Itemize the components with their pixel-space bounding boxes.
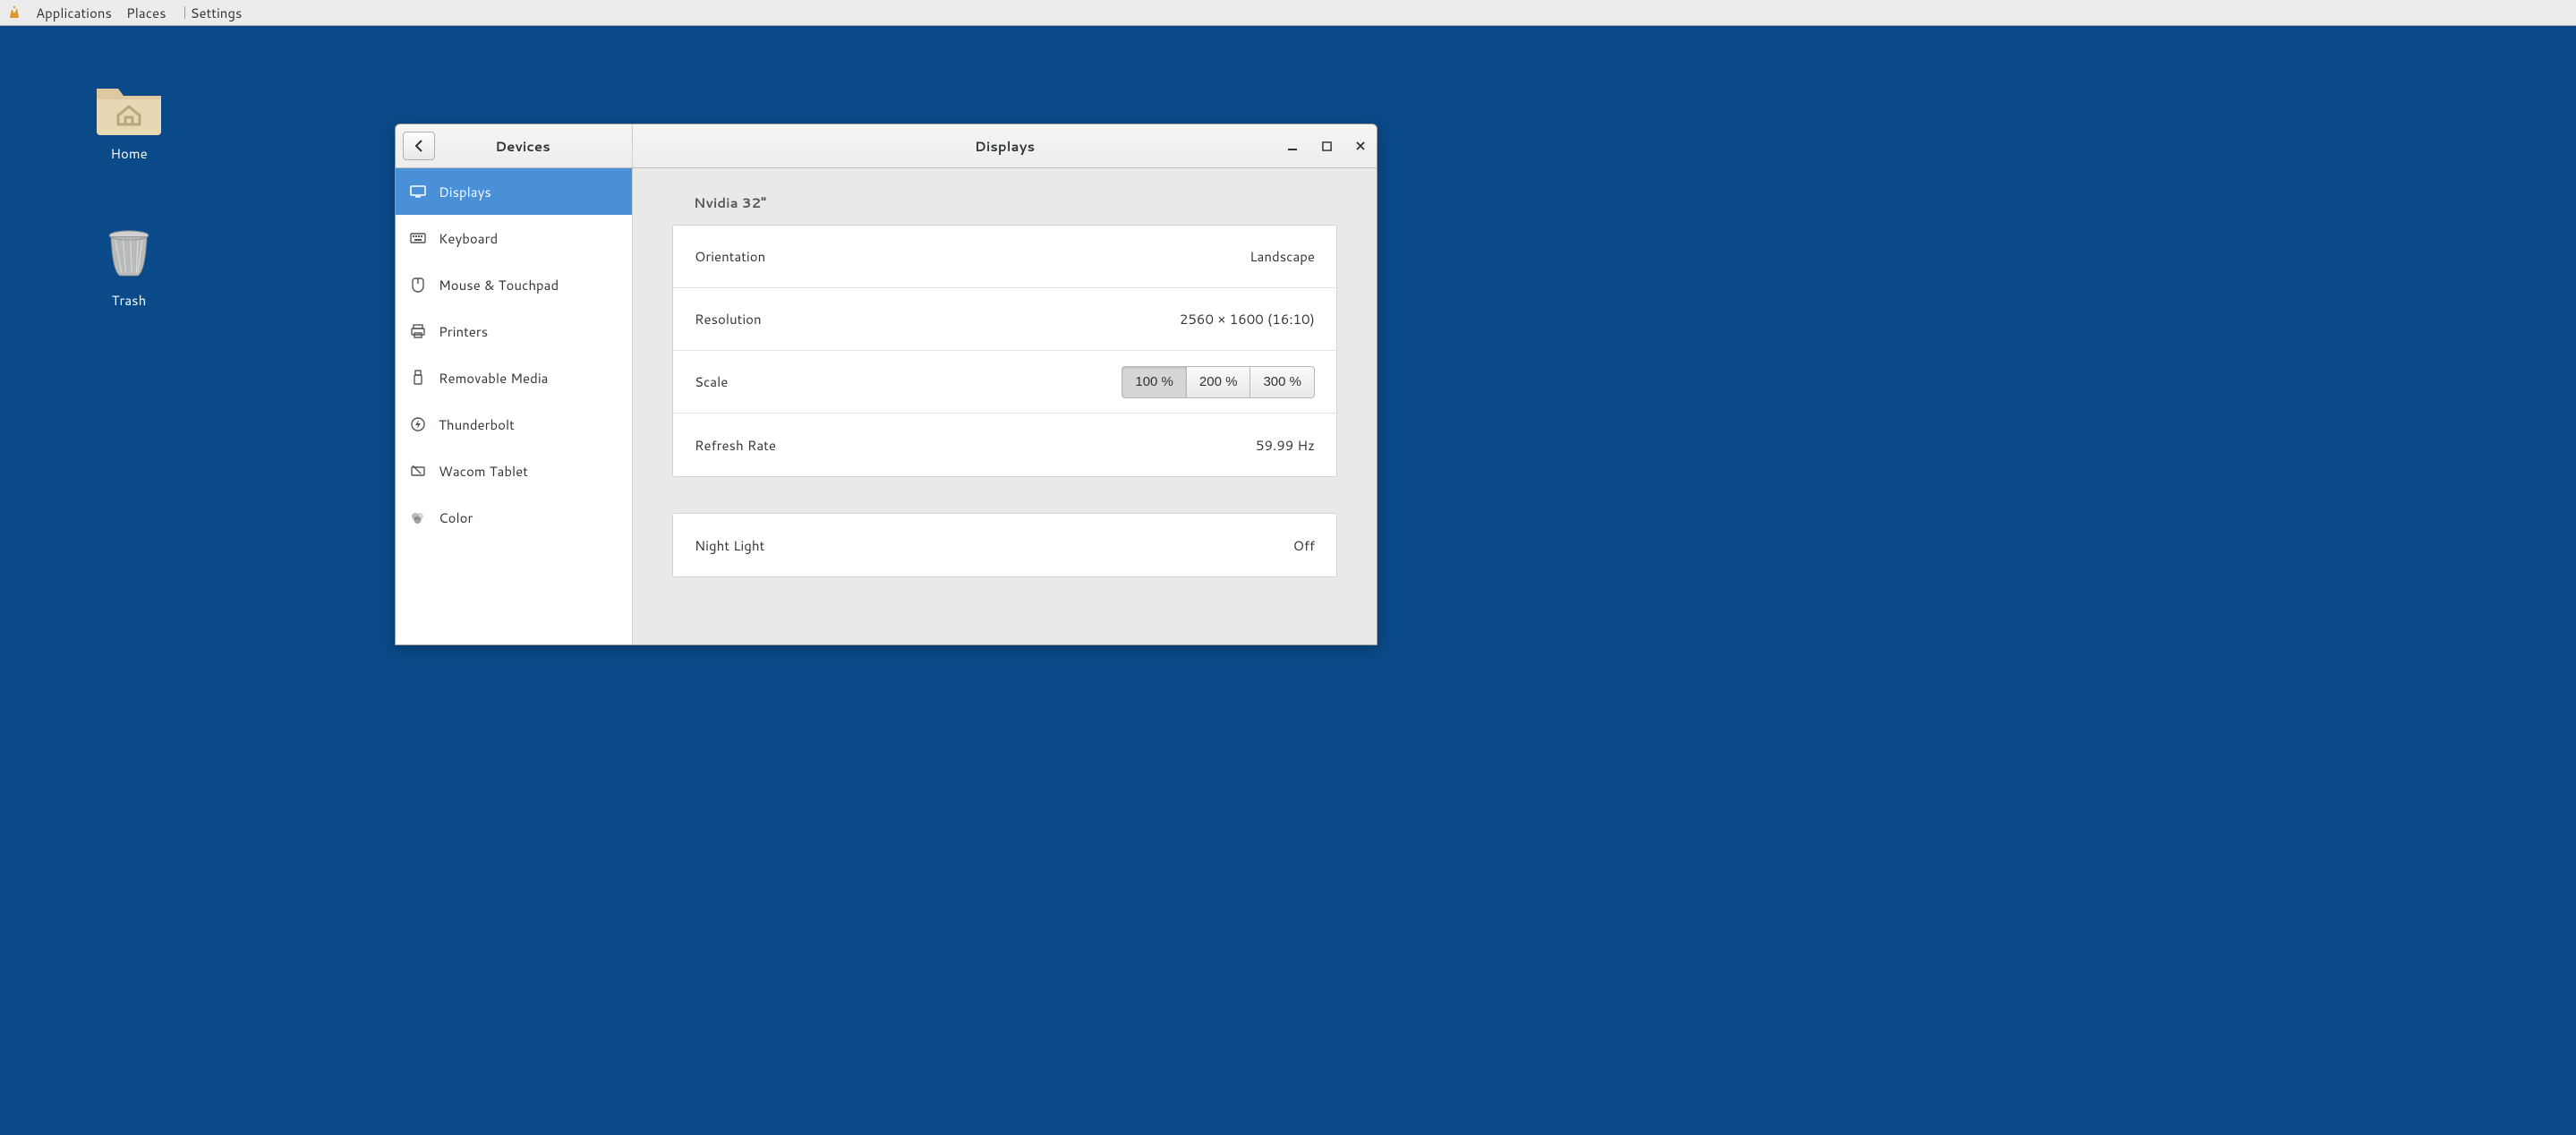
night-light-value: Off: [1293, 536, 1315, 555]
sidebar-item-label: Printers: [439, 322, 488, 341]
desktop-icon-trash-label: Trash: [84, 291, 174, 310]
scale-option-300[interactable]: 300 %: [1250, 366, 1315, 398]
sidebar-item-mouse[interactable]: Mouse & Touchpad: [396, 261, 632, 308]
sidebar-item-keyboard[interactable]: Keyboard: [396, 215, 632, 261]
titlebar-left: Devices: [396, 124, 633, 167]
night-light-panel: Night Light Off: [672, 513, 1337, 577]
display-icon: [410, 183, 426, 200]
tablet-icon: [410, 463, 426, 479]
mouse-icon: [410, 277, 426, 293]
settings-window: Devices Displays Displays Keybo: [395, 124, 1378, 645]
desktop: Home Trash Devices Displays: [0, 26, 2576, 1135]
scale-label: Scale: [695, 372, 728, 391]
desktop-icon-trash[interactable]: Trash: [84, 221, 174, 310]
home-folder-icon: [91, 74, 166, 139]
display-settings-panel: Orientation Landscape Resolution 2560 × …: [672, 225, 1337, 477]
sidebar: Displays Keyboard Mouse & Touchpad Print…: [396, 168, 633, 644]
scale-option-100[interactable]: 100 %: [1122, 366, 1187, 398]
row-scale: Scale 100 % 200 % 300 %: [673, 351, 1336, 414]
trash-icon: [91, 221, 166, 286]
back-button[interactable]: [403, 132, 435, 160]
titlebar-right: Displays: [633, 124, 1377, 167]
refresh-rate-value: 59.99 Hz: [1256, 436, 1315, 455]
menu-places[interactable]: Places: [126, 4, 166, 22]
top-menu-bar: Applications Places Settings: [0, 0, 2576, 26]
sidebar-item-label: Displays: [439, 183, 491, 201]
row-night-light[interactable]: Night Light Off: [673, 514, 1336, 576]
sidebar-item-removable-media[interactable]: Removable Media: [396, 354, 632, 401]
usb-icon: [410, 370, 426, 386]
resolution-label: Resolution: [695, 310, 762, 329]
titlebar-right-title: Displays: [975, 137, 1035, 156]
monitor-name: Nvidia 32": [672, 193, 1337, 212]
chevron-left-icon: [414, 140, 424, 152]
sidebar-item-label: Color: [439, 508, 473, 527]
orientation-label: Orientation: [695, 247, 765, 266]
night-light-label: Night Light: [695, 536, 764, 555]
menu-settings-active[interactable]: Settings: [191, 4, 243, 22]
orientation-value: Landscape: [1250, 247, 1315, 266]
close-button[interactable]: [1352, 137, 1369, 155]
thunderbolt-icon: [410, 416, 426, 432]
printer-icon: [410, 323, 426, 339]
row-refresh-rate[interactable]: Refresh Rate 59.99 Hz: [673, 414, 1336, 476]
menu-applications[interactable]: Applications: [36, 4, 112, 22]
scale-option-200[interactable]: 200 %: [1187, 366, 1251, 398]
refresh-rate-label: Refresh Rate: [695, 436, 776, 455]
window-controls: [1284, 124, 1369, 167]
menu-divider: [184, 6, 185, 19]
sidebar-item-color[interactable]: Color: [396, 494, 632, 541]
row-resolution[interactable]: Resolution 2560 × 1600 (16:10): [673, 288, 1336, 351]
titlebar-left-title: Devices: [446, 137, 632, 156]
sidebar-item-label: Wacom Tablet: [439, 462, 528, 481]
sidebar-item-thunderbolt[interactable]: Thunderbolt: [396, 401, 632, 448]
desktop-icon-home[interactable]: Home: [84, 74, 174, 163]
sidebar-item-printers[interactable]: Printers: [396, 308, 632, 354]
color-icon: [410, 509, 426, 525]
os-icon: [7, 5, 21, 20]
desktop-icon-home-label: Home: [84, 144, 174, 163]
sidebar-item-wacom[interactable]: Wacom Tablet: [396, 448, 632, 494]
keyboard-icon: [410, 230, 426, 246]
main-content: Nvidia 32" Orientation Landscape Resolut…: [633, 168, 1377, 644]
window-body: Displays Keyboard Mouse & Touchpad Print…: [396, 168, 1377, 644]
window-titlebar[interactable]: Devices Displays: [396, 124, 1377, 168]
minimize-button[interactable]: [1284, 137, 1301, 155]
sidebar-item-label: Keyboard: [439, 229, 498, 248]
row-orientation[interactable]: Orientation Landscape: [673, 226, 1336, 288]
sidebar-item-label: Mouse & Touchpad: [439, 276, 559, 294]
maximize-button[interactable]: [1318, 137, 1335, 155]
sidebar-item-label: Removable Media: [439, 369, 548, 388]
scale-segmented-control: 100 % 200 % 300 %: [1122, 366, 1315, 398]
sidebar-item-label: Thunderbolt: [439, 415, 515, 434]
resolution-value: 2560 × 1600 (16:10): [1180, 310, 1315, 329]
sidebar-item-displays[interactable]: Displays: [396, 168, 632, 215]
